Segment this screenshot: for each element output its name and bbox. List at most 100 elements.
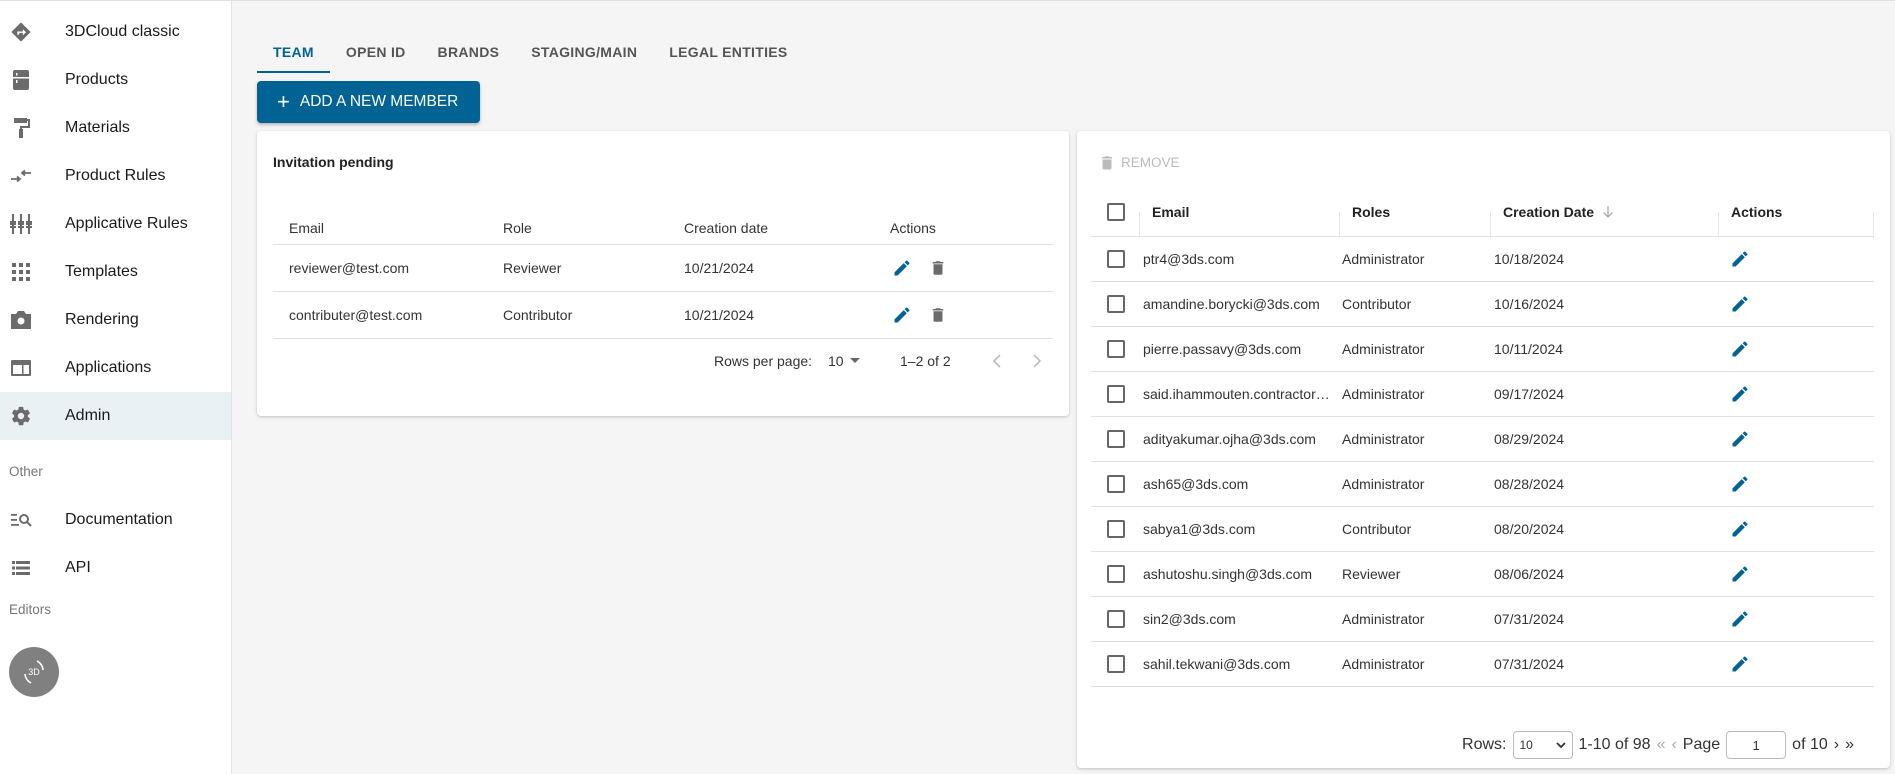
edit-icon[interactable] — [1728, 517, 1752, 541]
members-pagination: Rows: 10 1-10 of 98 « ‹ Page 1 of 10 › » — [1462, 730, 1854, 760]
invitation-pending-card: Invitation pending Email Role Creation d… — [257, 131, 1069, 416]
row-checkbox[interactable] — [1107, 475, 1125, 493]
sidebar-item-label: Documentation — [65, 511, 173, 528]
camera-icon — [9, 308, 33, 332]
chevron-right-icon — [1033, 354, 1042, 368]
edit-icon[interactable] — [1728, 652, 1752, 676]
next-page-button[interactable] — [1025, 349, 1049, 373]
edit-icon[interactable] — [890, 256, 914, 280]
invitations-pagination: Rows per page: 10 1–2 of 2 — [257, 346, 1069, 376]
sidebar-item-applicative-rules[interactable]: Applicative Rules — [0, 200, 231, 248]
date-cell: 08/20/2024 — [1494, 521, 1565, 537]
edit-icon[interactable] — [1728, 337, 1752, 361]
sidebar-item-documentation[interactable]: Documentation — [0, 496, 231, 544]
row-checkbox[interactable] — [1107, 340, 1125, 358]
date-cell: 10/18/2024 — [1494, 251, 1565, 267]
role-cell: Administrator — [1342, 656, 1425, 672]
tab-open-id[interactable]: OPEN ID — [330, 31, 422, 73]
3d-editor-button[interactable]: 3D — [9, 647, 59, 697]
sidebar-item-label: Applications — [65, 359, 152, 376]
sidebar-item-api[interactable]: API — [0, 544, 231, 592]
rows-select[interactable]: 10 — [1512, 731, 1573, 759]
column-header-email: Email — [289, 219, 325, 236]
tab-staging-main[interactable]: STAGING/MAIN — [515, 31, 653, 73]
row-checkbox[interactable] — [1107, 655, 1125, 673]
tab-team[interactable]: TEAM — [257, 31, 330, 73]
previous-page-button[interactable] — [985, 349, 1009, 373]
date-cell: 07/31/2024 — [1494, 611, 1565, 627]
previous-page-button[interactable]: ‹ — [1671, 736, 1676, 754]
column-separator — [1339, 211, 1340, 238]
table-row: ptr4@3ds.com Administrator 10/18/2024 — [1091, 237, 1874, 282]
date-cell: 08/06/2024 — [1494, 566, 1565, 582]
next-page-button[interactable]: › — [1834, 736, 1839, 754]
sidebar-item-label: Rendering — [65, 311, 139, 328]
date-cell: 07/31/2024 — [1494, 656, 1565, 672]
table-row: amandine.borycki@3ds.com Contributor 10/16… — [1091, 282, 1874, 327]
gear-icon — [9, 404, 33, 428]
sidebar-item-applications[interactable]: Applications — [0, 344, 231, 392]
edit-icon[interactable] — [1728, 607, 1752, 631]
delete-icon[interactable] — [926, 256, 950, 280]
table-row: adityakumar.ojha@3ds.com Administrator 08/… — [1091, 417, 1874, 462]
tab-brands[interactable]: BRANDS — [422, 31, 516, 73]
column-header-email[interactable]: Email — [1152, 204, 1357, 220]
first-page-button[interactable]: « — [1657, 736, 1666, 754]
date-cell: 10/21/2024 — [684, 260, 755, 276]
last-page-button[interactable]: » — [1845, 736, 1854, 754]
edit-icon[interactable] — [1728, 427, 1752, 451]
role-cell: Administrator — [1342, 431, 1425, 447]
row-checkbox[interactable] — [1107, 565, 1125, 583]
add-new-member-button[interactable]: + ADD A NEW MEMBER — [257, 81, 480, 123]
edit-icon[interactable] — [1728, 382, 1752, 406]
row-checkbox[interactable] — [1107, 430, 1125, 448]
rows-per-page-value: 10 — [828, 353, 844, 369]
page-number-input[interactable]: 1 — [1726, 731, 1787, 759]
sidebar-item-label: API — [65, 559, 91, 576]
table-row: sahil.tekwani@3ds.com Administrator 07/31/… — [1091, 642, 1874, 687]
edit-icon[interactable] — [1728, 247, 1752, 271]
edit-icon[interactable] — [1728, 472, 1752, 496]
actions-cell — [890, 303, 950, 327]
remove-button[interactable]: REMOVE — [1101, 155, 1180, 170]
email-cell: sabya1@3ds.com — [1143, 521, 1256, 537]
rows-select-value: 10 — [1519, 738, 1533, 752]
sidebar-item-admin[interactable]: Admin — [0, 392, 231, 440]
table-row: ashutoshu.singh@3ds.com Reviewer 08/06/202… — [1091, 552, 1874, 597]
column-separator — [1718, 211, 1719, 238]
row-checkbox[interactable] — [1107, 250, 1125, 268]
role-cell: Administrator — [1342, 611, 1425, 627]
sidebar-item-products[interactable]: Products — [0, 56, 231, 104]
column-header-creation-date[interactable]: Creation Date — [1503, 204, 1614, 220]
row-checkbox[interactable] — [1107, 295, 1125, 313]
email-cell: amandine.borycki@3ds.com — [1143, 296, 1320, 312]
tab-legal-entities[interactable]: LEGAL ENTITIES — [653, 31, 803, 73]
table-header: Email Role Creation date Actions — [273, 211, 1053, 245]
edit-icon[interactable] — [1728, 562, 1752, 586]
rows-per-page-label: Rows per page: — [714, 353, 813, 369]
email-cell: said.ihammouten.contractor… — [1143, 386, 1330, 402]
column-header-actions: Actions — [1731, 203, 1783, 220]
select-all-checkbox[interactable] — [1107, 202, 1125, 221]
sidebar-item-materials[interactable]: Materials — [0, 104, 231, 152]
edit-icon[interactable] — [890, 303, 914, 327]
sidebar-item-templates[interactable]: Templates — [0, 248, 231, 296]
column-header-actions: Actions — [890, 219, 936, 236]
card-title: Invitation pending — [273, 154, 394, 170]
row-checkbox[interactable] — [1107, 520, 1125, 538]
sidebar-item-3dcloud-classic[interactable]: 3DCloud classic — [0, 8, 231, 56]
column-header-roles[interactable]: Roles — [1352, 204, 1390, 220]
table-row: contributer@test.com Contributor 10/21/2… — [273, 292, 1053, 339]
section-label-editors: Editors — [9, 602, 52, 617]
edit-icon[interactable] — [1728, 292, 1752, 316]
rows-per-page-select[interactable]: 10 — [828, 353, 860, 369]
sidebar-item-label: Templates — [65, 263, 138, 280]
role-cell: Contributor — [1342, 296, 1412, 312]
sidebar-item-rendering[interactable]: Rendering — [0, 296, 231, 344]
remove-label: REMOVE — [1121, 155, 1180, 170]
sidebar-item-product-rules[interactable]: Product Rules — [0, 152, 231, 200]
row-checkbox[interactable] — [1107, 610, 1125, 628]
equalizer-tune-icon — [9, 212, 33, 236]
delete-icon[interactable] — [926, 303, 950, 327]
row-checkbox[interactable] — [1107, 385, 1125, 403]
